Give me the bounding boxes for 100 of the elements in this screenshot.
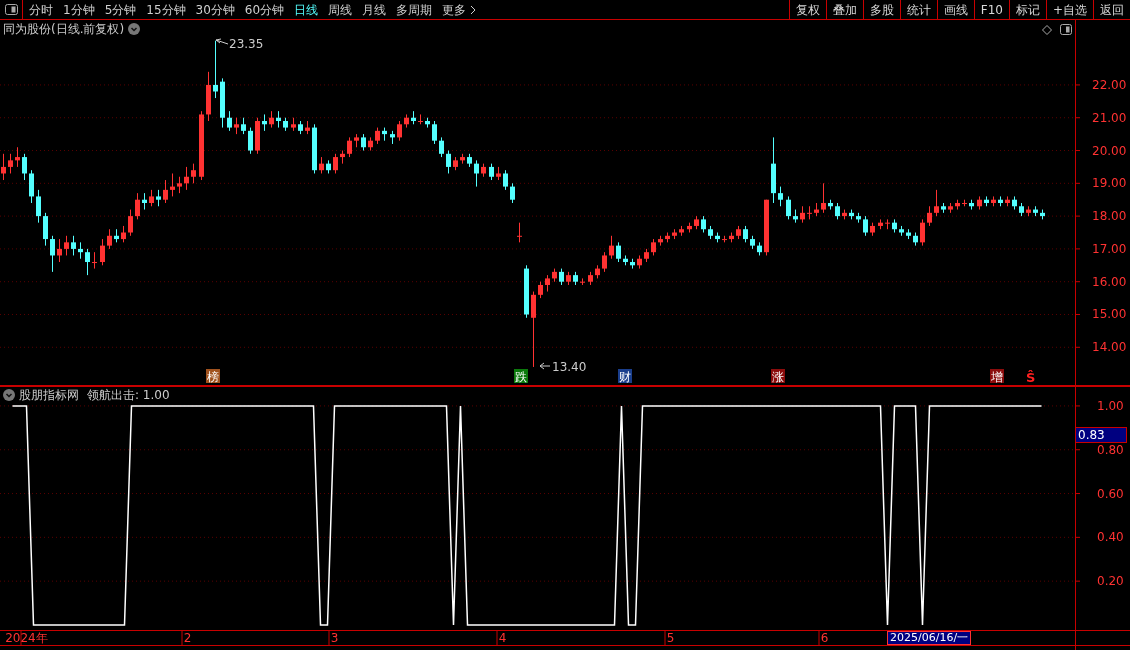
- period-tab[interactable]: 多周期: [396, 0, 433, 19]
- candlestick: [503, 169, 508, 191]
- toolbar-button[interactable]: +自选: [1045, 0, 1093, 19]
- candlestick: [213, 40, 218, 99]
- low-marker-icon: [539, 362, 551, 370]
- period-tab[interactable]: 周线: [328, 0, 353, 19]
- axis-label: 0.40: [1097, 530, 1124, 545]
- candlestick: [92, 251, 97, 270]
- period-tab[interactable]: 月线: [362, 0, 387, 19]
- high-price-label: 23.35: [229, 37, 264, 51]
- candlestick: [57, 238, 62, 263]
- axis-label: 0.80: [1097, 442, 1124, 457]
- indicator-name: 股朋指标网: [19, 387, 79, 403]
- legend-value: : 1.00: [135, 387, 170, 403]
- event-mark[interactable]: Ŝ: [1026, 370, 1036, 385]
- candlestick: [934, 189, 939, 217]
- cursor-date: 2025/06/16/一: [887, 631, 972, 645]
- panel-toggle-icon[interactable]: [1060, 24, 1072, 35]
- axis-label: 0.20: [1097, 574, 1124, 589]
- candlestick: [85, 248, 90, 276]
- price-axis-label: 14.00: [1092, 340, 1127, 355]
- candlestick: [227, 110, 232, 132]
- toolbar-button[interactable]: 复权: [788, 0, 826, 19]
- candlestick: [821, 182, 826, 214]
- candlestick: [531, 291, 536, 368]
- diamond-icon[interactable]: [1042, 25, 1052, 35]
- candlestick: [170, 172, 175, 197]
- candlestick: [920, 218, 925, 247]
- axis-label: 0.60: [1097, 486, 1124, 501]
- price-axis-label: 19.00: [1092, 176, 1127, 191]
- candlestick: [418, 113, 423, 125]
- toolbar-button[interactable]: 多股: [862, 0, 900, 19]
- toolbar-button[interactable]: 统计: [899, 0, 937, 19]
- period-tab[interactable]: 60分钟: [244, 0, 285, 19]
- panel-toggle-icon[interactable]: [4, 4, 18, 15]
- period-tab[interactable]: 日线: [294, 0, 319, 19]
- candlestick: [36, 189, 41, 224]
- toolbar-button[interactable]: 叠加: [825, 0, 863, 19]
- candlestick: [135, 192, 140, 220]
- event-tag[interactable]: 榜: [207, 370, 219, 384]
- chart-title: 同为股份(日线.前复权): [3, 21, 125, 37]
- candlestick: [248, 127, 253, 155]
- chevron-down-icon[interactable]: [3, 389, 15, 401]
- event-tag[interactable]: 涨: [772, 370, 784, 384]
- price-axis-label: 17.00: [1092, 241, 1127, 256]
- toolbar-button[interactable]: 标记: [1008, 0, 1046, 19]
- price-axis-label: 21.00: [1092, 110, 1127, 125]
- candlestick: [107, 228, 112, 250]
- candlestick: [64, 235, 69, 256]
- candlestick: [1, 153, 6, 181]
- candlestick: [15, 146, 20, 168]
- toolbar-button[interactable]: F10: [973, 0, 1009, 19]
- candlestick: [863, 215, 868, 237]
- price-axis-label: 18.00: [1092, 209, 1127, 224]
- candlestick: [510, 182, 515, 204]
- chevron-right-icon: [470, 4, 477, 15]
- candlestick: [184, 166, 189, 191]
- event-tag[interactable]: 跌: [515, 370, 527, 384]
- axis-label: 1.00: [1097, 398, 1124, 413]
- candlestick: [333, 153, 338, 174]
- period-tab[interactable]: 15分钟: [146, 0, 186, 19]
- event-tag[interactable]: 增: [991, 370, 1003, 384]
- period-tab[interactable]: 30分钟: [195, 0, 235, 19]
- candlestick: [927, 205, 932, 227]
- candlestick: [609, 235, 614, 260]
- toolbar-button[interactable]: 返回: [1093, 0, 1130, 19]
- candlestick: [786, 195, 791, 220]
- cursor-value: 0.83: [1075, 427, 1127, 443]
- price-axis-label: 15.00: [1092, 307, 1127, 322]
- event-tag[interactable]: 财: [619, 370, 631, 384]
- axis-label: 4: [498, 631, 507, 645]
- period-tab[interactable]: 更多: [442, 0, 477, 19]
- candlestick: [616, 241, 621, 263]
- chevron-down-icon[interactable]: [128, 23, 141, 35]
- candlestick: [50, 235, 55, 273]
- candlestick: [29, 169, 34, 204]
- axis-label: 2: [183, 631, 192, 645]
- candlestick: [517, 222, 522, 243]
- candlestick: [432, 120, 437, 145]
- candlestick: [446, 150, 451, 174]
- toolbar-button[interactable]: 画线: [936, 0, 974, 19]
- candlestick: [778, 186, 783, 207]
- candlestick: [439, 136, 444, 158]
- period-tab[interactable]: 5分钟: [104, 0, 137, 19]
- axis-label: 5: [666, 631, 675, 645]
- axis-label: 2024年: [5, 631, 48, 645]
- price-axis-label: 20.00: [1092, 143, 1127, 158]
- axis-label: 3: [330, 631, 339, 645]
- candlestick: [128, 209, 133, 237]
- period-tab[interactable]: 1分钟: [63, 0, 95, 19]
- candlestick: [347, 136, 352, 158]
- axis-label: 6: [820, 631, 829, 645]
- candlestick: [22, 153, 27, 181]
- price-axis-label: 16.00: [1092, 274, 1127, 289]
- candlestick: [71, 235, 76, 256]
- candlestick: [8, 153, 13, 174]
- candlestick: [100, 238, 105, 266]
- candlestick: [397, 120, 402, 142]
- period-tab[interactable]: 分时: [29, 0, 53, 19]
- candlestick: [474, 159, 479, 188]
